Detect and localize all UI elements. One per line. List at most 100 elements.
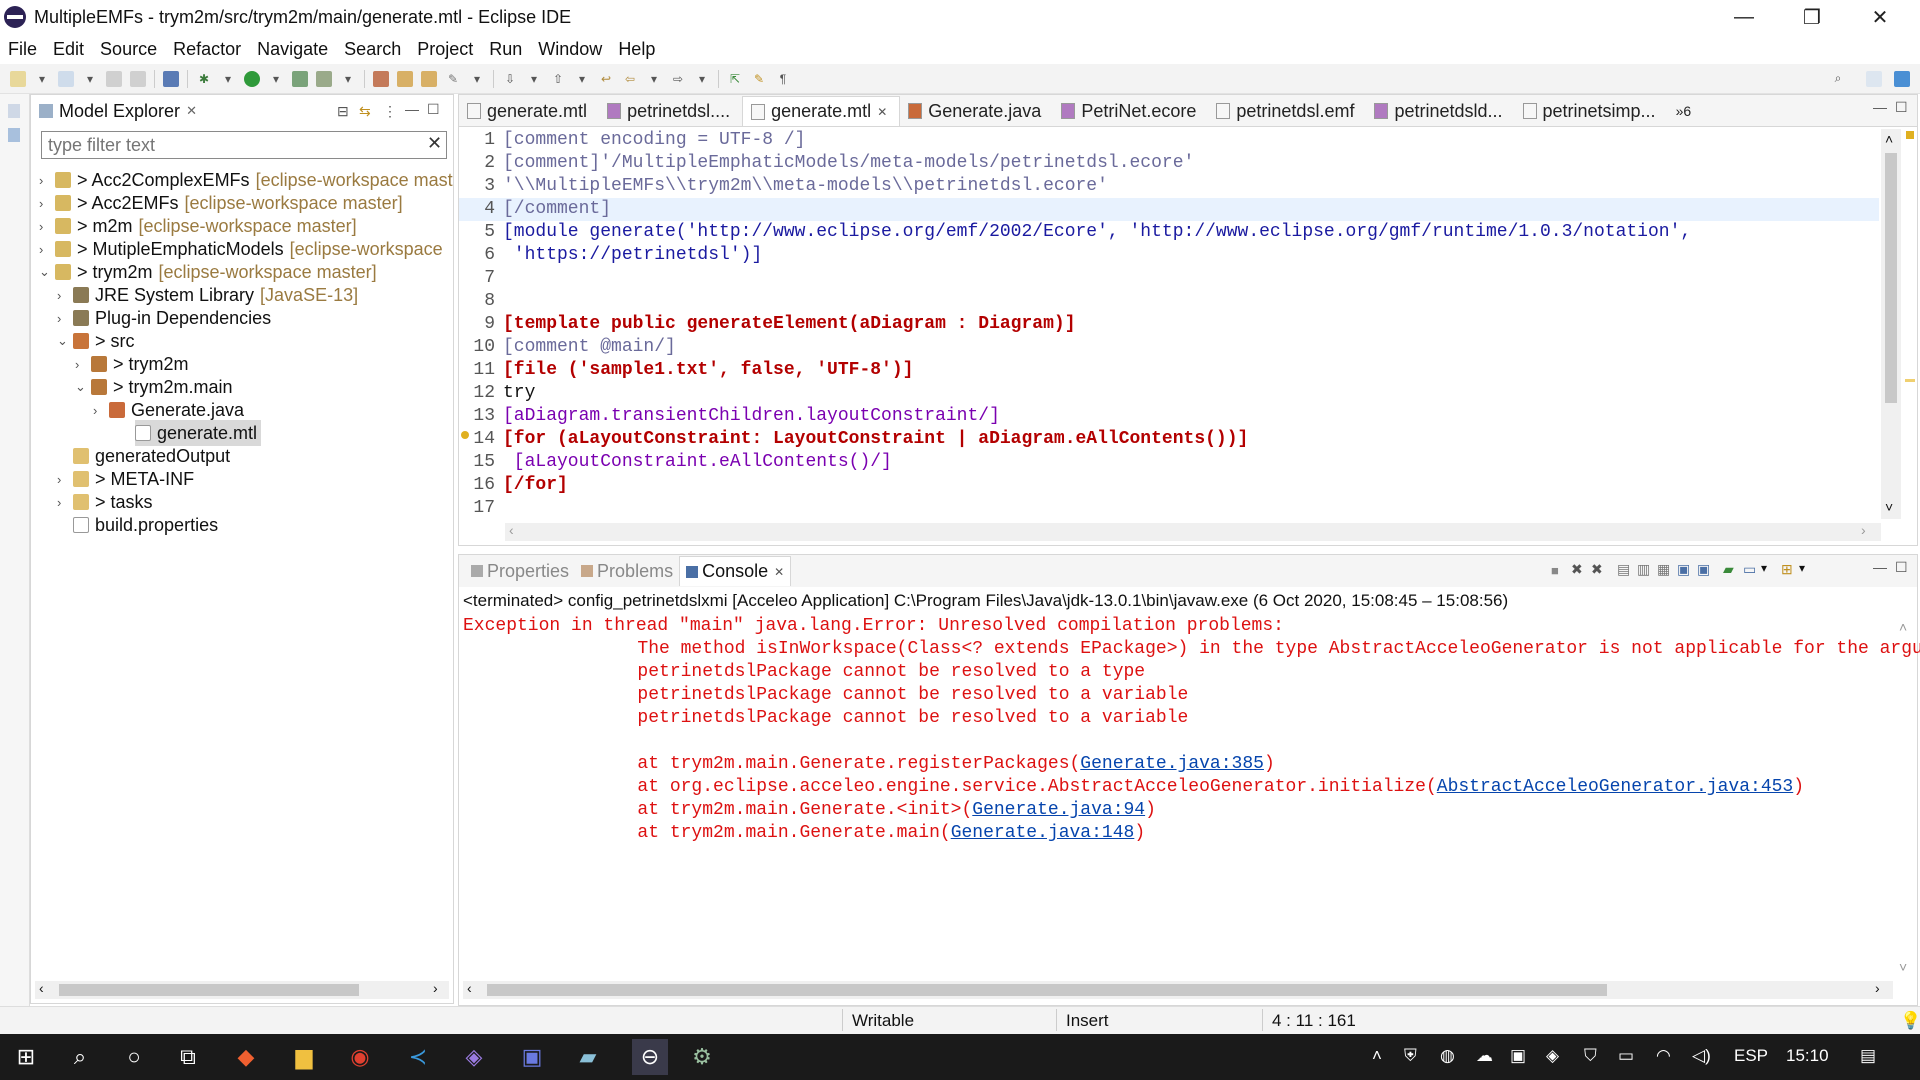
forward-icon[interactable]: ⇨ <box>670 71 686 87</box>
filter-input[interactable] <box>41 131 447 159</box>
external-tools-icon[interactable] <box>316 70 332 87</box>
tab-generate-mtl-active[interactable]: generate.mtl ✕ <box>742 96 901 126</box>
scroll-up-icon[interactable]: ˄ <box>1885 131 1893 147</box>
search-task-icon[interactable]: ✎ <box>445 71 461 87</box>
stack-link[interactable]: Generate.java:94 <box>972 800 1145 820</box>
menu-refactor[interactable]: Refactor <box>165 39 249 60</box>
security-icon[interactable]: ⛨ <box>1404 1046 1417 1066</box>
close-icon[interactable]: ✕ <box>186 103 197 119</box>
input-language[interactable]: ESP <box>1734 1046 1768 1066</box>
onedrive-icon[interactable]: ☁ <box>1476 1046 1493 1066</box>
show-on-stderr-icon[interactable]: ▣ <box>1697 561 1710 578</box>
dropdown-icon[interactable]: ▾ <box>34 71 50 87</box>
warning-summary-icon[interactable] <box>1906 131 1914 139</box>
minimize-view-icon[interactable]: — <box>1873 559 1887 575</box>
remove-all-launches-icon[interactable]: ✖ <box>1591 561 1603 578</box>
teams-icon[interactable]: ▣ <box>518 1043 546 1071</box>
tip-bulb-icon[interactable]: 💡 <box>1900 1011 1920 1031</box>
expand-chevron-icon[interactable]: › <box>57 311 73 326</box>
console-vscrollbar[interactable]: ˄ ˅ <box>1895 619 1915 979</box>
notifications-icon[interactable]: ▤ <box>1860 1046 1876 1066</box>
terminal-icon[interactable] <box>163 70 179 87</box>
scroll-thumb[interactable] <box>1885 153 1897 403</box>
volume-icon[interactable]: ◁) <box>1692 1046 1711 1066</box>
outline-icon[interactable] <box>8 128 20 142</box>
tab-console[interactable]: Console ✕ <box>679 556 792 586</box>
clear-filter-icon[interactable]: ✕ <box>427 133 442 154</box>
task-view-icon[interactable]: ⧉ <box>174 1043 202 1071</box>
tab-petrinetdsl[interactable]: petrinetdsl.... <box>599 96 742 126</box>
stack-link[interactable]: Generate.java:385 <box>1080 754 1264 774</box>
show-on-stdout-icon[interactable]: ▣ <box>1677 561 1690 578</box>
menu-window[interactable]: Window <box>530 39 610 60</box>
open-console-icon[interactable]: ⊞ <box>1781 561 1793 578</box>
minimize-view-icon[interactable]: — <box>405 101 419 117</box>
last-edit-icon[interactable]: ↩ <box>598 71 614 87</box>
tab-generate-mtl-1[interactable]: generate.mtl <box>459 96 599 126</box>
next-annotation-icon[interactable]: ⇩ <box>502 71 518 87</box>
vscode-icon[interactable]: ≺ <box>404 1043 432 1071</box>
search-icon[interactable]: ⌕ <box>1830 71 1846 87</box>
back-icon[interactable]: ⇦ <box>622 71 638 87</box>
minimize-button[interactable]: — <box>1710 0 1778 34</box>
close-icon[interactable]: ✕ <box>877 105 887 119</box>
stack-link[interactable]: AbstractAcceleoGenerator.java:453 <box>1437 777 1793 797</box>
sync-icon[interactable]: ◈ <box>1546 1046 1559 1066</box>
explorer-hscrollbar[interactable]: ‹ › <box>35 980 449 999</box>
eclipse-taskbar-icon[interactable]: ⊖ <box>632 1039 668 1075</box>
stack-link[interactable]: Generate.java:148 <box>951 823 1135 843</box>
view-menu-icon[interactable]: ⋮ <box>383 103 397 120</box>
menu-file[interactable]: File <box>0 39 45 60</box>
expand-chevron-icon[interactable]: › <box>57 288 73 303</box>
restore-view-icon[interactable] <box>8 104 20 118</box>
collapse-chevron-icon[interactable]: ⌄ <box>39 264 55 280</box>
scroll-thumb[interactable] <box>487 984 1607 996</box>
notes-icon[interactable]: ▰ <box>574 1043 602 1071</box>
scroll-right-icon[interactable]: › <box>1875 980 1880 996</box>
dropdown-icon[interactable]: ▾ <box>574 71 590 87</box>
link-with-editor-icon[interactable]: ⇆ <box>359 103 371 120</box>
network-globe-icon[interactable]: ◍ <box>1440 1046 1455 1066</box>
status-insert-mode[interactable]: Insert <box>1066 1011 1109 1031</box>
close-icon[interactable]: ✕ <box>774 565 784 579</box>
cortana-icon[interactable]: ○ <box>120 1043 148 1071</box>
dropdown-icon[interactable]: ▾ <box>526 71 542 87</box>
scroll-right-icon[interactable]: › <box>433 980 438 996</box>
chrome-icon[interactable]: ◉ <box>346 1043 374 1071</box>
scroll-left-icon[interactable]: ‹ <box>509 522 514 538</box>
scroll-down-icon[interactable]: ˅ <box>1899 959 1907 975</box>
collapse-chevron-icon[interactable]: ⌄ <box>57 333 73 349</box>
dropdown-icon[interactable]: ▾ <box>646 71 662 87</box>
console-output[interactable]: Exception in thread "main" java.lang.Err… <box>463 615 1920 845</box>
defender-icon[interactable]: ⛉ <box>1584 1046 1597 1066</box>
model-explorer-title[interactable]: Model Explorer <box>59 101 180 122</box>
display-console-icon[interactable]: ▭ <box>1743 561 1756 578</box>
collapse-all-icon[interactable]: ⊟ <box>337 103 349 120</box>
prev-annotation-icon[interactable]: ⇧ <box>550 71 566 87</box>
menu-search[interactable]: Search <box>336 39 409 60</box>
menu-source[interactable]: Source <box>92 39 165 60</box>
remove-launch-icon[interactable]: ✖ <box>1571 561 1583 578</box>
clock[interactable]: 15:10 <box>1786 1046 1829 1066</box>
scroll-up-icon[interactable]: ˄ <box>1899 619 1907 635</box>
dropdown-icon[interactable]: ▾ <box>220 71 236 87</box>
show-whitespace-icon[interactable]: ¶ <box>775 71 791 87</box>
visual-studio-icon[interactable]: ◈ <box>460 1043 488 1071</box>
expand-chevron-icon[interactable]: › <box>57 495 73 510</box>
expand-chevron-icon[interactable]: › <box>39 242 55 257</box>
warning-marker-icon[interactable] <box>461 431 469 439</box>
search-icon[interactable]: ⌕ <box>66 1043 94 1071</box>
open-folder-icon[interactable] <box>421 70 437 87</box>
tab-overflow-button[interactable]: »6 <box>1668 96 1704 126</box>
scroll-thumb[interactable] <box>59 984 359 996</box>
expand-chevron-icon[interactable]: › <box>75 357 91 372</box>
menu-edit[interactable]: Edit <box>45 39 92 60</box>
scroll-lock-icon[interactable]: ▥ <box>1637 561 1650 578</box>
tab-petrinetdsld[interactable]: petrinetdsld... <box>1366 96 1514 126</box>
tab-properties[interactable]: Properties <box>465 561 575 582</box>
coverage-icon[interactable] <box>292 70 308 87</box>
word-wrap-icon[interactable]: ▦ <box>1657 561 1670 578</box>
run-icon[interactable] <box>244 70 260 87</box>
new-java-package-icon[interactable] <box>373 70 389 87</box>
toggle-mark-icon[interactable]: ✎ <box>751 71 767 87</box>
